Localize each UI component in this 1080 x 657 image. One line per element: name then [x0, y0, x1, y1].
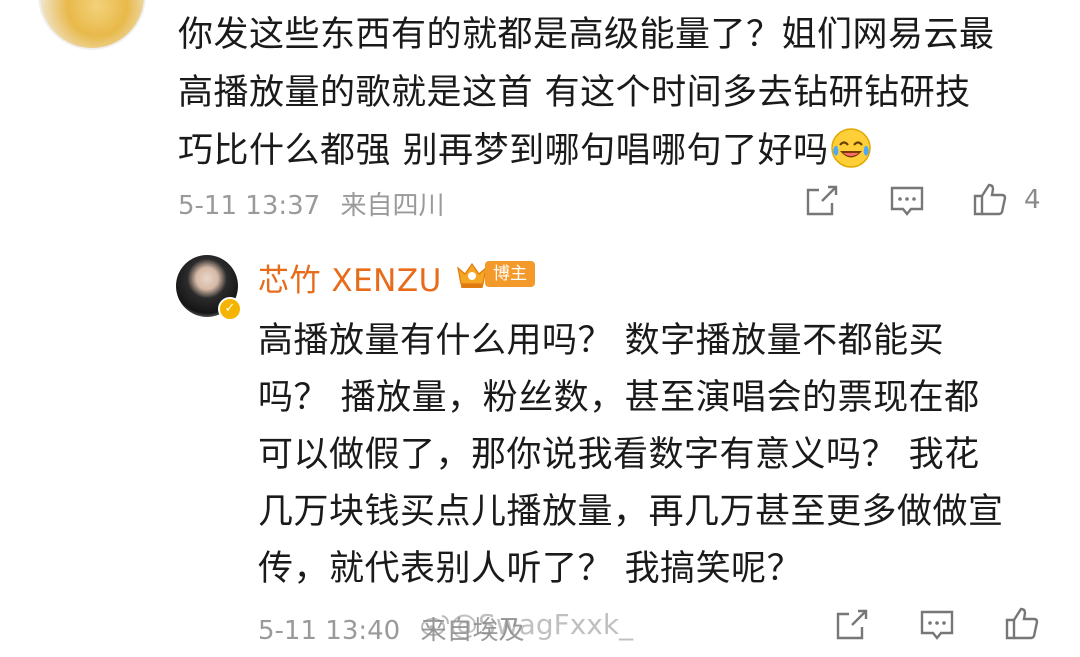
reply-share-button[interactable] [834, 607, 870, 643]
crown-icon [457, 262, 487, 288]
comment-line: 你发这些东西有的就都是高级能量了？姐们网易云最 [178, 15, 995, 55]
weibo-logo-icon [420, 611, 450, 636]
comment-line: 高播放量的歌就是这首 有这个时间多去钻研钻研技 [178, 73, 971, 113]
reply-line: 吗？ 播放量，粉丝数，甚至演唱会的票现在都 [258, 378, 980, 418]
reply-line: 可以做假了，那你说我看数字有意义吗？ 我花 [258, 435, 980, 475]
comment-line: 巧比什么都强 别再梦到哪句唱哪句了好吗 [178, 122, 995, 180]
reply-time: 5-11 13:40 [258, 616, 401, 646]
reply-comment-button[interactable] [919, 607, 955, 643]
reply-text: 高播放量有什么用吗？ 数字播放量不都能买 吗？ 播放量，粉丝数，甚至演唱会的票现… [258, 313, 1004, 598]
commenter-avatar[interactable] [38, 0, 146, 50]
comment-thread: 你发这些东西有的就都是高级能量了？姐们网易云最 高播放量的歌就是这首 有这个时间… [0, 0, 1080, 657]
share-icon [836, 609, 868, 640]
like-button[interactable] [972, 181, 1008, 217]
share-icon [806, 185, 838, 216]
reply-line: 传，就代表别人听了？ 我搞笑呢？ [258, 549, 803, 589]
reply-line: 高播放量有什么用吗？ 数字播放量不都能买 [258, 321, 945, 361]
comment-location: 来自四川 [340, 191, 445, 221]
comment-text: 你发这些东西有的就都是高级能量了？姐们网易云最 高播放量的歌就是这首 有这个时间… [178, 6, 995, 180]
reply-line: 几万块钱买点儿播放量，再几万甚至更多做做宣 [258, 492, 1004, 532]
verified-badge-icon: ✓ [218, 297, 242, 321]
comment-icon [920, 610, 954, 640]
comment-button[interactable] [889, 183, 925, 219]
watermark-text: @SwagFxxk_ [450, 608, 634, 641]
watermark: @SwagFxxk_ [420, 608, 633, 641]
comment-icon [890, 186, 924, 216]
badge-label: 博主 [485, 261, 535, 287]
author-badge: 博主 [455, 258, 535, 290]
laughing-crying-emoji-icon [829, 126, 873, 170]
share-button[interactable] [804, 183, 840, 219]
thumbs-up-icon [1005, 607, 1039, 640]
thumbs-up-icon [973, 183, 1007, 216]
like-count: 4 [1024, 185, 1041, 215]
reply-author-name[interactable]: 芯竹 XENZU [258, 255, 442, 300]
comment-meta: 5-11 13:37 来自四川 [178, 185, 444, 222]
comment-time: 5-11 13:37 [178, 191, 321, 221]
reply-like-button[interactable] [1004, 605, 1040, 641]
